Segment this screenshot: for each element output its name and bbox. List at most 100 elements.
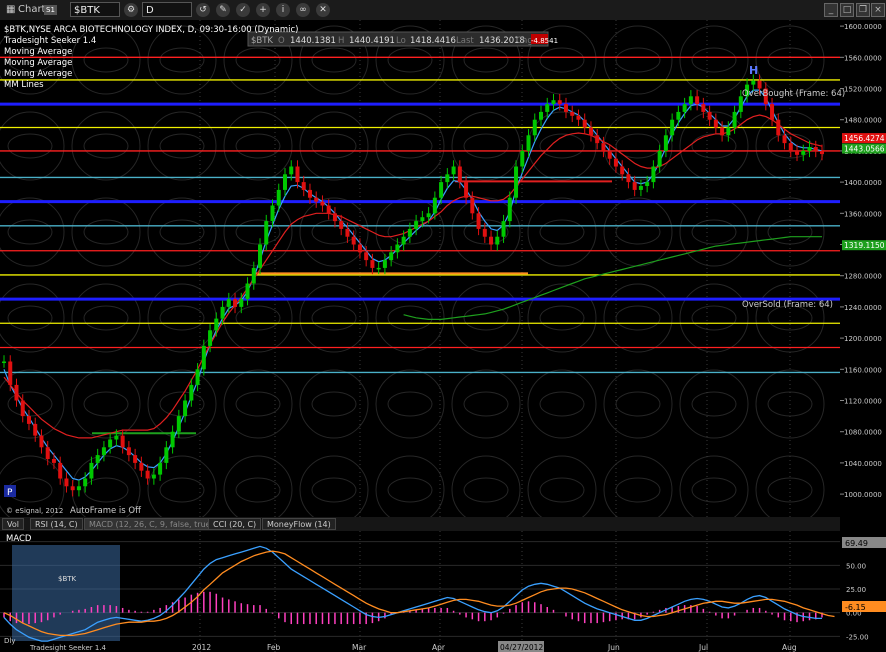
price-bar [158,462,163,475]
minimize-button[interactable]: _ [824,3,838,17]
tab-vol[interactable]: Vol [2,518,24,530]
y-tick-label: 1040.0000 [844,460,882,468]
tab-cci[interactable]: CCI (20, C) [208,518,262,530]
y-tick-label: 1560.0000 [844,54,882,62]
tab-rsi[interactable]: RSI (14, C) [30,518,83,530]
price-bar [663,135,668,151]
price-bar [782,135,787,144]
price-bar [820,150,824,155]
price-bar [582,119,587,128]
tab-moneyflow[interactable]: MoneyFlow (14) [262,518,336,530]
tab-macd[interactable]: MACD (12, 26, C, 9, false, true) [84,518,219,530]
price-bar [145,470,150,479]
check-icon[interactable]: ✓ [236,3,250,17]
price-bar [551,100,556,105]
info-icon[interactable]: i [276,3,290,17]
price-bar [2,361,6,364]
legend-item: Tradesight Seeker 1.4 [3,36,96,46]
price-bar [613,158,618,167]
symbol-settings-icon[interactable]: ⚙ [124,3,138,17]
price-bar [539,111,544,120]
tools-icon[interactable]: ✕ [316,3,330,17]
macd-y-tick-label: 25.00 [846,586,866,594]
price-bar [563,104,568,112]
price-bar [526,135,531,151]
maximize-button[interactable]: □ [840,3,854,17]
price-bar [707,111,712,120]
price-bar [26,416,31,424]
price-bar [8,361,13,385]
symbol-input[interactable]: $BTK [70,2,120,17]
window-badge: S1 [44,5,57,15]
price-bar [245,283,250,300]
close-button[interactable]: × [871,3,885,17]
pencil-icon[interactable]: ✎ [216,3,230,17]
price-bar [807,147,812,151]
legend-item: Moving Average [4,69,72,79]
price-bar [208,330,213,346]
price-bar [588,127,593,136]
price-bar [476,213,481,229]
price-bar [239,299,244,307]
y-tick-label: 1480.0000 [844,117,882,125]
h-marker: H [749,64,758,77]
p-badge[interactable]: P [7,488,13,498]
add-icon[interactable]: + [256,3,270,17]
price-bar [39,435,44,448]
link-icon[interactable]: ∞ [296,3,310,17]
price-bar [632,182,637,190]
price-bar [495,236,500,245]
y-axis: 1000.0000 1040.0000 1080.0000 1120.0000 1160… [840,20,886,517]
y-tick-label: 1240.0000 [844,304,882,312]
price-bar [70,486,75,491]
y-tick-label: 1200.0000 [844,335,882,343]
macd-value-upper: 69.49 [845,539,868,548]
y-tick-label: 1000.0000 [844,491,882,499]
price-bar [195,369,200,385]
price-bar [45,447,50,460]
price-bar [226,299,231,307]
price-bar [345,228,350,237]
price-bar [532,119,537,136]
price-bar [645,182,650,187]
macd-y-tick-label: -25.00 [846,633,869,641]
price-bar [401,236,406,245]
price-bar [688,96,693,105]
price-bar [457,166,462,183]
price-bar [326,205,331,214]
price-bar [332,213,337,222]
price-bar [414,221,419,229]
price-bar [726,127,731,136]
reset-icon[interactable]: ↺ [196,3,210,17]
quote-symbol: $BTK [251,36,273,46]
interval-input[interactable]: D [142,2,192,17]
price-bar [201,345,206,370]
price-bar [382,260,387,268]
chart-icon: ▦ [6,4,16,15]
price-bar [682,104,687,112]
price-bar [776,119,781,136]
price-bar [58,462,63,479]
price-bar [314,197,319,202]
legend-item: Moving Average [4,47,72,57]
price-bar [214,318,219,331]
price-bar [270,205,275,222]
price-bar [620,166,625,175]
y-tick-label: 1520.0000 [844,86,882,94]
price-bar [638,186,643,190]
restore-button[interactable]: ❐ [856,3,870,17]
price-bar [233,299,238,307]
price-bar [282,174,287,190]
data-window [12,545,120,641]
quote-low: 1418.4416 [410,36,456,46]
price-tag: 1456.4274 [844,134,885,143]
window-title: Chart [18,4,46,15]
y-tick-label: 1080.0000 [844,429,882,437]
price-bar [607,150,612,159]
price-bar [101,447,106,456]
quote-open-label: O [278,36,285,46]
price-bar [351,236,356,245]
price-bar [176,416,181,432]
price-bar [420,217,425,222]
price-bar [557,100,562,105]
